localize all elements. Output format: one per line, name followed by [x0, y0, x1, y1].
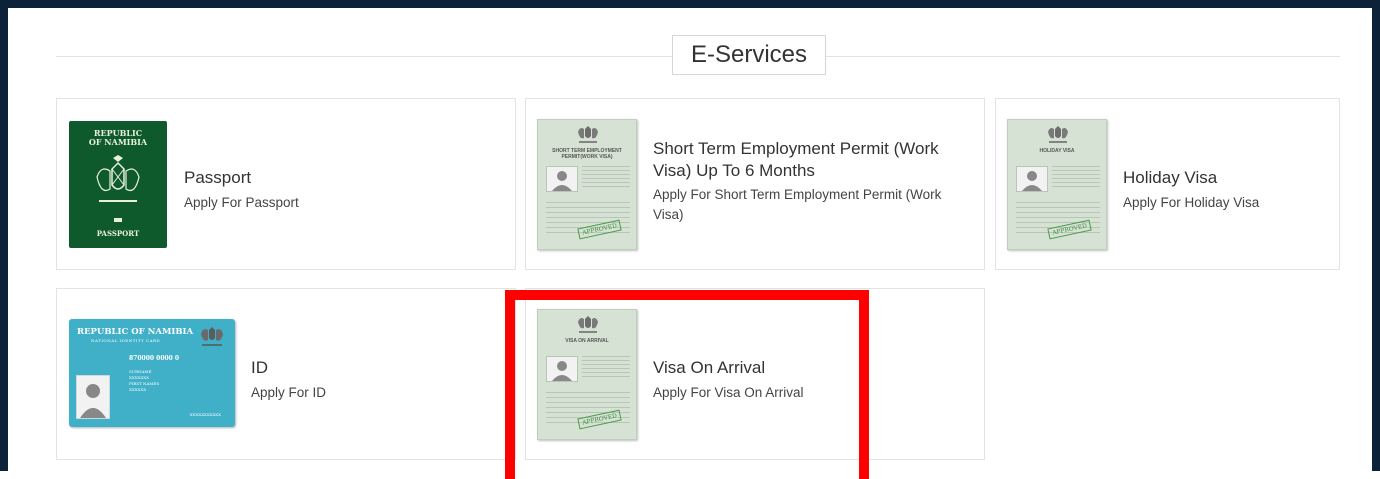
service-title: Holiday Visa — [1123, 168, 1218, 187]
document-lines — [1052, 166, 1100, 190]
passport-thumbnail: REPUBLIC OF NAMIBIA PASSPORT — [69, 121, 167, 248]
id-card-type: NATIONAL IDENTITY CARD — [91, 338, 161, 343]
photo-placeholder — [1016, 166, 1048, 192]
service-description: Apply For Visa On Arrival — [653, 385, 804, 400]
coat-of-arms-icon — [578, 126, 598, 143]
service-description: Apply For Passport — [184, 195, 299, 210]
service-description: Apply For Holiday Visa — [1123, 195, 1260, 210]
passport-chip-mark — [114, 218, 122, 222]
document-title: HOLIDAY VISA — [1039, 148, 1075, 154]
service-title: Visa On Arrival — [653, 358, 766, 377]
id-card-thumbnail: REPUBLIC OF NAMIBIA NATIONAL IDENTITY CA… — [69, 319, 235, 427]
service-title: Passport — [184, 168, 252, 187]
service-description: Apply For Short Term Employment Permit (… — [653, 187, 942, 222]
visa-on-arrival-thumbnail: VISA ON ARRIVAL APPROVED — [537, 309, 637, 440]
service-card-holiday-visa[interactable]: HOLIDAY VISA APPROVED Holiday Visa Apply… — [995, 98, 1340, 270]
document-title: VISA ON ARRIVAL — [565, 338, 609, 344]
coat-of-arms-icon — [578, 316, 598, 333]
permit-document-thumbnail: SHORT TERM EMPLOYMENT PERMIT(WORK VISA) … — [537, 119, 637, 250]
person-icon — [552, 171, 572, 191]
coat-of-arms-icon — [201, 327, 223, 346]
service-description: Apply For ID — [251, 385, 327, 400]
id-country-label: REPUBLIC OF NAMIBIA — [77, 327, 194, 337]
photo-placeholder — [546, 356, 578, 382]
coat-of-arms-icon — [96, 155, 140, 202]
document-lines — [582, 356, 630, 380]
service-card-id[interactable]: REPUBLIC OF NAMIBIA NATIONAL IDENTITY CA… — [56, 288, 516, 460]
person-icon — [1022, 171, 1042, 191]
person-icon — [552, 361, 572, 381]
section-title: E-Services — [672, 35, 826, 75]
coat-of-arms-icon — [1048, 126, 1068, 143]
passport-country-label: REPUBLIC OF NAMIBIA — [88, 128, 148, 147]
service-card-employment-permit[interactable]: SHORT TERM EMPLOYMENT PERMIT(WORK VISA) … — [525, 98, 985, 270]
photo-placeholder — [546, 166, 578, 192]
service-card-passport[interactable]: REPUBLIC OF NAMIBIA PASSPORT Passport Ap… — [56, 98, 516, 270]
service-title: Short Term Employment Permit (Work Visa)… — [653, 139, 939, 180]
service-card-visa-on-arrival[interactable]: VISA ON ARRIVAL APPROVED Visa On Arrival… — [525, 288, 985, 460]
document-title: SHORT TERM EMPLOYMENT PERMIT(WORK VISA) — [552, 148, 622, 160]
service-title: ID — [251, 358, 268, 377]
photo-placeholder — [76, 375, 110, 419]
id-signature: XXXXXXXXXXX — [189, 412, 221, 417]
id-holder-info: SURNAME XXXXXXX FIRST NAMES XXXXXX — [129, 369, 160, 392]
passport-label: PASSPORT — [96, 229, 140, 238]
id-number: 870000 0000 0 — [129, 355, 180, 362]
document-lines — [582, 166, 630, 190]
person-icon — [80, 384, 106, 418]
holiday-visa-thumbnail: HOLIDAY VISA APPROVED — [1007, 119, 1107, 250]
